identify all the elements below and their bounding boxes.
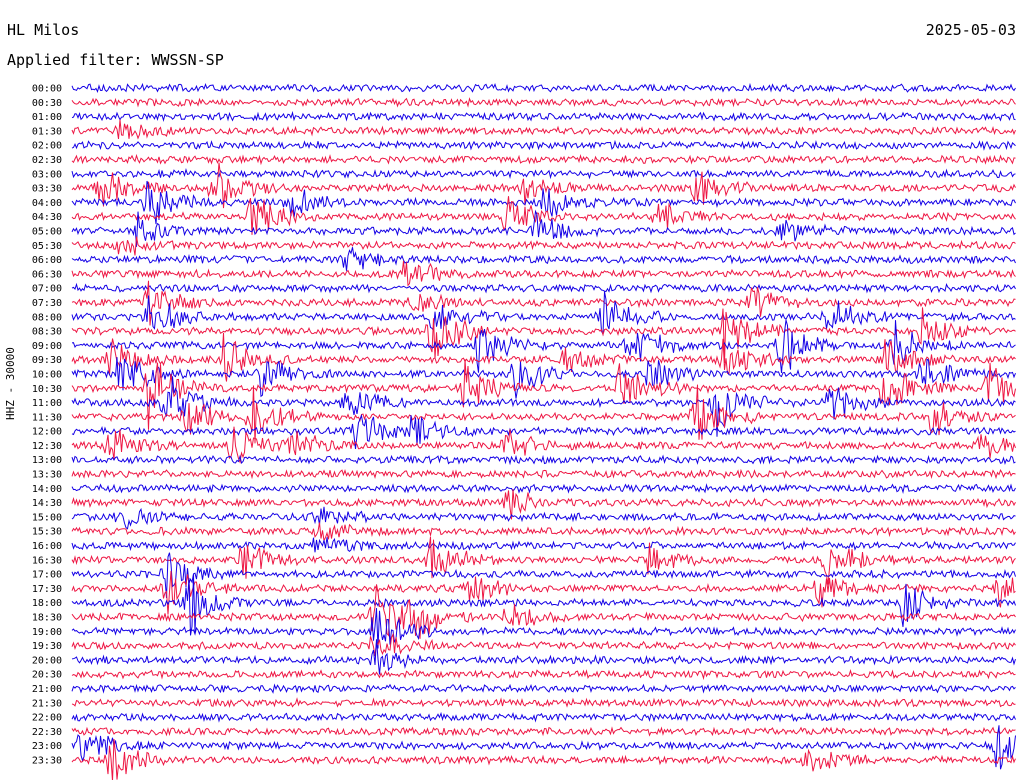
- time-label-1000: 10:00: [32, 369, 62, 380]
- y-axis-label: HHZ - 30000: [4, 347, 17, 420]
- time-label-0030: 00:30: [32, 98, 62, 109]
- time-label-1300: 13:00: [32, 455, 62, 466]
- trace-line-0700: [71, 282, 1016, 294]
- time-label-1400: 14:00: [32, 484, 62, 495]
- time-label-0700: 07:00: [32, 284, 62, 295]
- trace-line-1400: [71, 483, 1016, 495]
- trace-line-1330: [71, 468, 1016, 480]
- time-label-1500: 15:00: [32, 512, 62, 523]
- trace-line-0830: [71, 307, 1016, 364]
- time-label-1200: 12:00: [32, 427, 62, 438]
- time-label-2000: 20:00: [32, 655, 62, 666]
- time-label-0830: 08:30: [32, 327, 62, 338]
- time-label-1130: 11:30: [32, 412, 62, 423]
- trace-line-2030: [71, 668, 1016, 681]
- time-label-2230: 22:30: [32, 727, 62, 738]
- trace-line-1130: [71, 384, 1016, 444]
- trace-line-2130: [71, 697, 1016, 709]
- trace-line-1600: [71, 537, 1016, 553]
- time-label-1230: 12:30: [32, 441, 62, 452]
- time-label-2130: 21:30: [32, 698, 62, 709]
- time-label-2300: 23:00: [32, 741, 62, 752]
- time-label-0600: 06:00: [32, 255, 62, 266]
- time-label-0230: 02:30: [32, 155, 62, 166]
- trace-line-1900: [71, 608, 1016, 649]
- trace-line-0330: [71, 162, 1016, 209]
- trace-line-1300: [71, 454, 1016, 466]
- time-label-0100: 01:00: [32, 112, 62, 123]
- helicorder-plot: 00:00 00:30 01:00 01:30 02:00 02:30 03:00 03:30…: [32, 82, 1016, 780]
- time-label-2200: 22:00: [32, 713, 62, 724]
- trace-line-0300: [71, 168, 1016, 180]
- trace-line-0200: [71, 139, 1016, 151]
- time-label-0800: 08:00: [32, 312, 62, 323]
- time-label-0200: 02:00: [32, 141, 62, 152]
- trace-line-0600: [71, 247, 1016, 271]
- time-label-0500: 05:00: [32, 226, 62, 237]
- time-label-0730: 07:30: [32, 298, 62, 309]
- trace-line-2230: [71, 726, 1016, 737]
- time-label-2100: 21:00: [32, 684, 62, 695]
- trace-line-1000: [71, 357, 1016, 399]
- trace-line-2100: [71, 683, 1016, 694]
- trace-line-1030: [71, 359, 1016, 430]
- time-label-1900: 19:00: [32, 627, 62, 638]
- time-label-1700: 17:00: [32, 570, 62, 581]
- time-label-0400: 04:00: [32, 198, 62, 209]
- time-label-1800: 18:00: [32, 598, 62, 609]
- trace-line-0230: [71, 153, 1016, 166]
- time-label-1100: 11:00: [32, 398, 62, 409]
- trace-line-1930: [71, 632, 1016, 657]
- trace-line-0030: [71, 97, 1016, 108]
- trace-line-0100: [71, 110, 1016, 123]
- trace-line-2330: [71, 738, 1016, 780]
- time-label-0330: 03:30: [32, 184, 62, 195]
- time-label-1530: 15:30: [32, 527, 62, 538]
- trace-line-1830: [71, 584, 1016, 639]
- time-label-0430: 04:30: [32, 212, 62, 223]
- time-tick-labels: 00:00 00:30 01:00 01:30 02:00 02:30 03:00 03:30…: [32, 84, 62, 767]
- time-label-1330: 13:30: [32, 470, 62, 481]
- trace-line-2200: [71, 711, 1016, 723]
- trace-line-2000: [71, 639, 1016, 675]
- trace-line-1530: [71, 522, 1016, 543]
- time-label-0900: 09:00: [32, 341, 62, 352]
- trace-line-0000: [71, 82, 1016, 94]
- time-label-0300: 03:00: [32, 169, 62, 180]
- trace-line-0630: [71, 260, 1016, 287]
- time-label-1930: 19:30: [32, 641, 62, 652]
- time-label-1600: 16:00: [32, 541, 62, 552]
- time-label-2330: 23:30: [32, 756, 62, 767]
- time-label-1830: 18:30: [32, 613, 62, 624]
- time-label-0930: 09:30: [32, 355, 62, 366]
- time-label-0000: 00:00: [32, 84, 62, 95]
- time-label-1630: 16:30: [32, 555, 62, 566]
- time-label-1430: 14:30: [32, 498, 62, 509]
- trace-group: [71, 82, 1016, 780]
- trace-line-1500: [71, 506, 1016, 530]
- trace-line-0800: [71, 291, 1016, 337]
- trace-line-0130: [71, 119, 1016, 140]
- time-label-1730: 17:30: [32, 584, 62, 595]
- time-label-1030: 10:30: [32, 384, 62, 395]
- time-label-0530: 05:30: [32, 241, 62, 252]
- trace-line-0530: [71, 236, 1016, 256]
- time-label-0630: 06:30: [32, 269, 62, 280]
- trace-line-0930: [71, 332, 1016, 382]
- trace-line-0900: [71, 319, 1016, 373]
- time-label-2030: 20:30: [32, 670, 62, 681]
- time-label-0130: 01:30: [32, 126, 62, 137]
